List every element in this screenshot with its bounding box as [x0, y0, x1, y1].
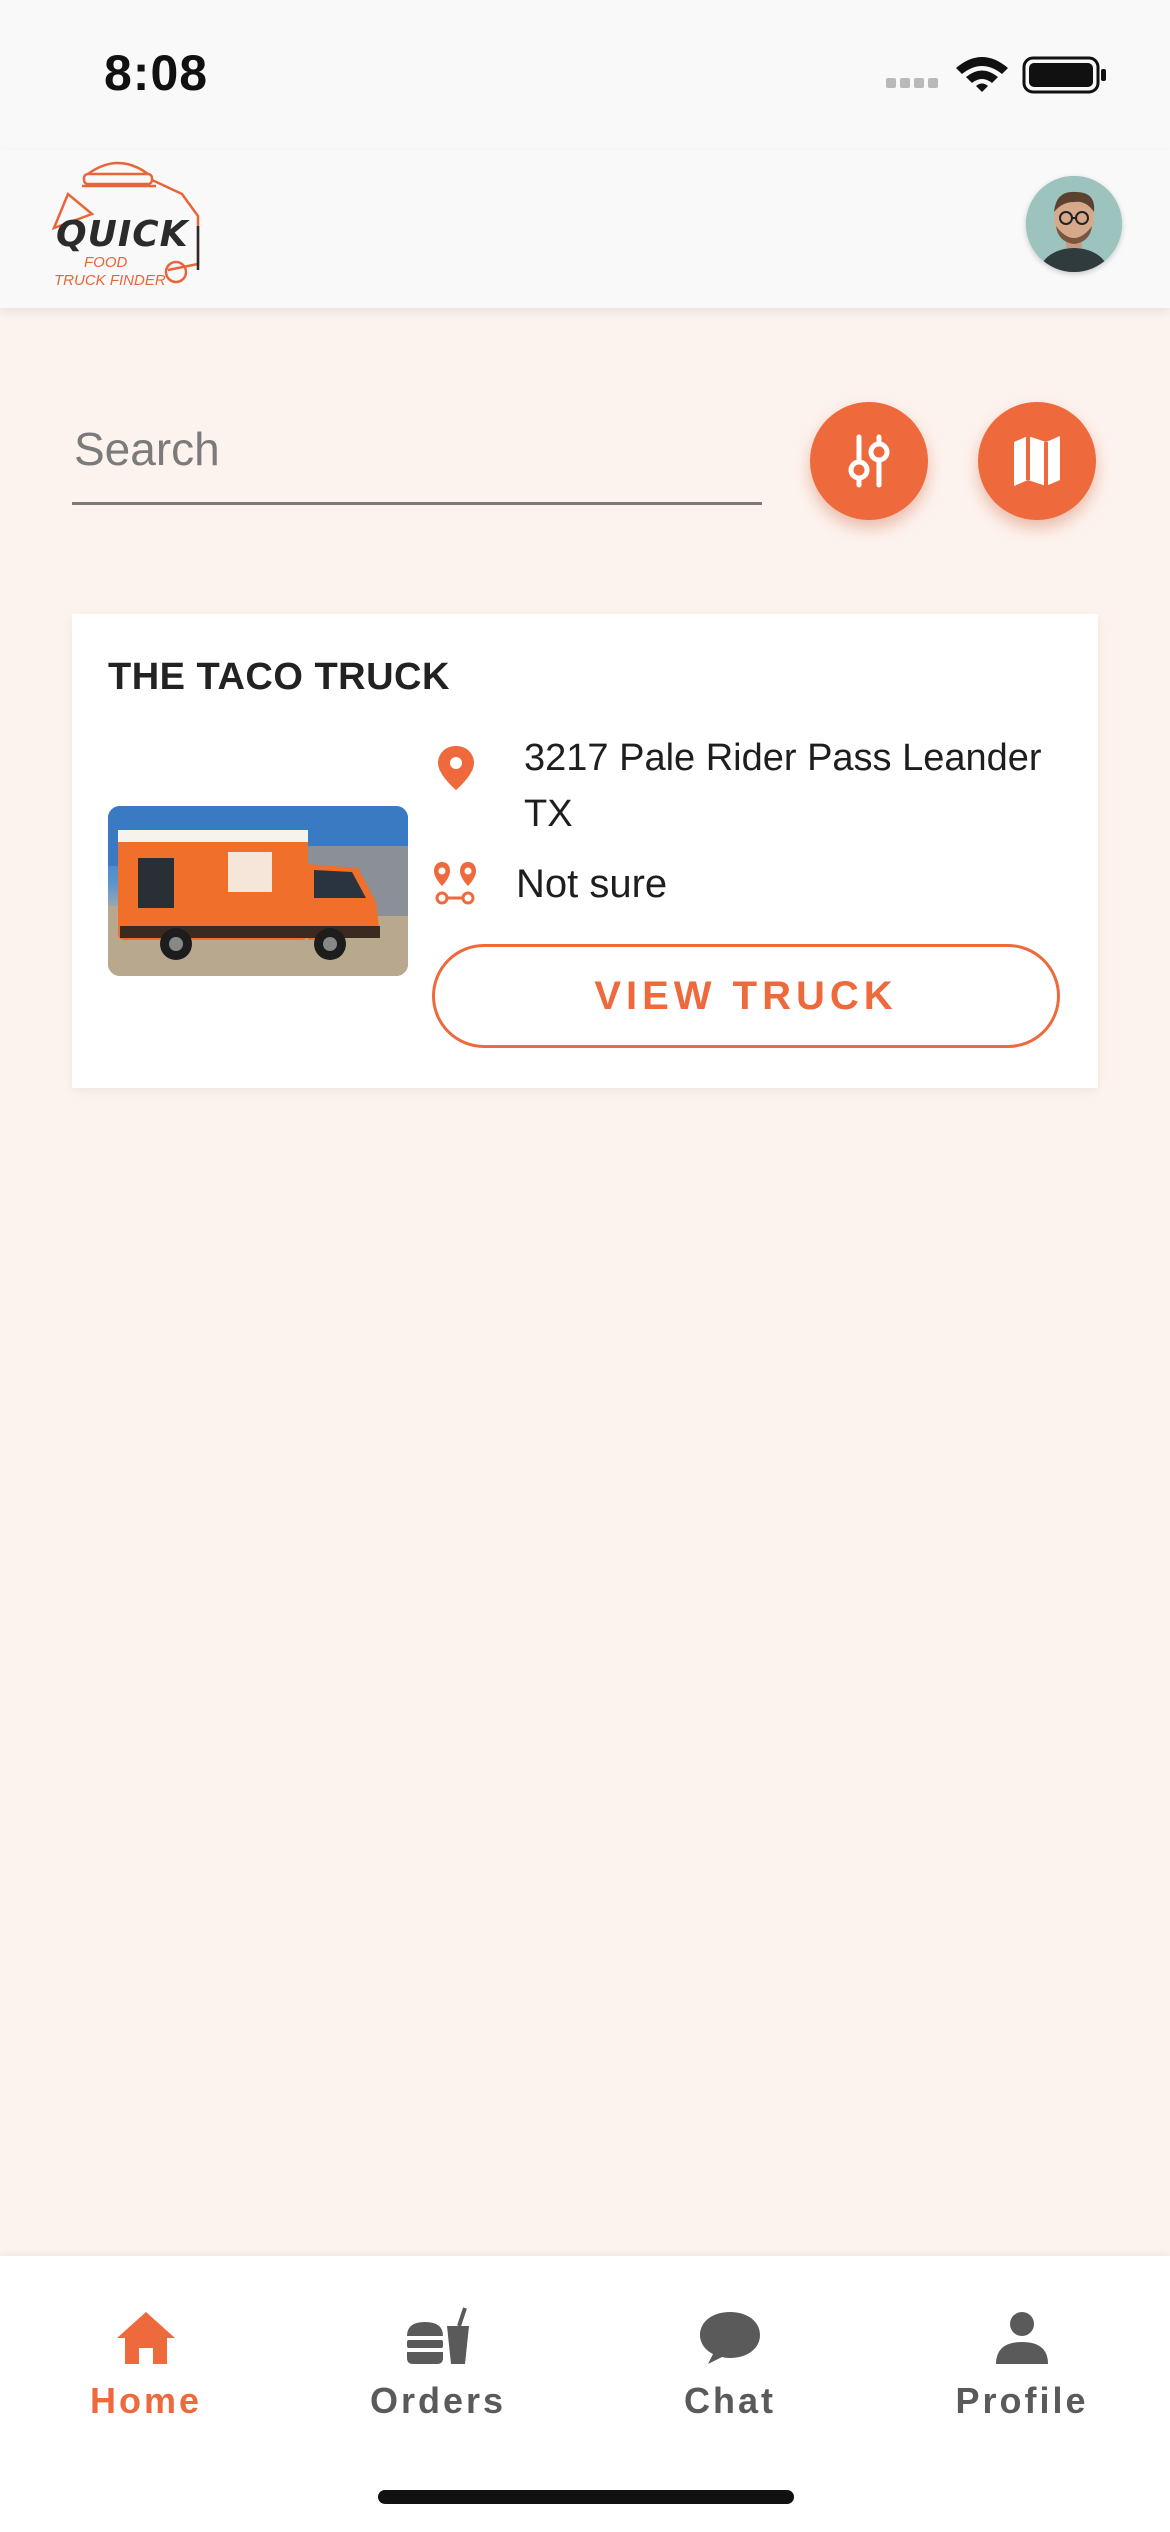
- orders-icon: [407, 2307, 469, 2364]
- location-pin-icon: [438, 746, 474, 790]
- truck-name: THE TACO TRUCK: [108, 656, 450, 698]
- logo-wordmark: QUICK: [56, 214, 189, 255]
- status-icons: [886, 50, 1116, 100]
- wifi-icon: [956, 57, 1008, 92]
- home-icon: [117, 2312, 175, 2364]
- nav-chat-label: Chat: [684, 2380, 776, 2421]
- truck-address: 3217 Pale Rider Pass Leander TX: [524, 737, 1042, 835]
- nav-home[interactable]: Home: [0, 2296, 292, 2426]
- nav-orders[interactable]: Orders: [292, 2296, 584, 2426]
- cellular-signal-icon: [886, 78, 938, 88]
- search-field[interactable]: [72, 398, 762, 505]
- user-avatar[interactable]: [1026, 176, 1122, 272]
- truck-distance: Not sure: [516, 862, 668, 906]
- app-logo[interactable]: QUICK FOOD TRUCK FINDER: [48, 154, 218, 294]
- route-icon: [434, 862, 476, 905]
- home-indicator[interactable]: [378, 2490, 794, 2504]
- truck-card[interactable]: THE TACO TRUCK 3217 Pale Rider Pass Lean…: [72, 614, 1098, 1088]
- search-input[interactable]: [72, 418, 756, 480]
- chat-icon: [700, 2312, 760, 2364]
- nav-profile-label: Profile: [955, 2380, 1089, 2421]
- view-truck-button[interactable]: VIEW TRUCK: [432, 944, 1060, 1048]
- nav-orders-label: Orders: [369, 2380, 507, 2421]
- profile-icon: [996, 2312, 1048, 2364]
- nav-chat[interactable]: Chat: [584, 2296, 876, 2426]
- truck-photo: [108, 806, 408, 976]
- status-bar: 8:08: [0, 0, 1170, 150]
- logo-tagline-2: TRUCK FINDER: [54, 272, 166, 289]
- map-view-button[interactable]: [978, 402, 1096, 520]
- battery-icon: [1022, 56, 1106, 94]
- filter-button[interactable]: [810, 402, 928, 520]
- logo-tagline-1: FOOD: [84, 254, 128, 271]
- map-icon: [1014, 436, 1060, 486]
- sliders-icon: [848, 434, 890, 488]
- app-header: QUICK FOOD TRUCK FINDER: [0, 150, 1170, 308]
- nav-profile[interactable]: Profile: [876, 2296, 1168, 2426]
- status-time: 8:08: [104, 45, 209, 101]
- nav-home-label: Home: [89, 2380, 203, 2421]
